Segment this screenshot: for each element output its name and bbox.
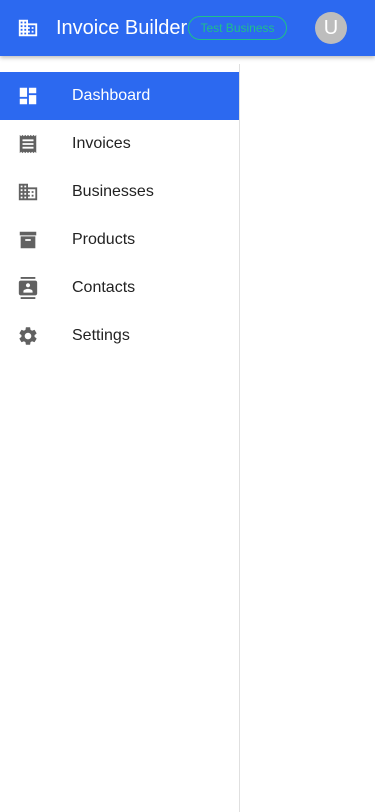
app-root: Invoice Builder Test Business U Dashboar… xyxy=(0,0,375,812)
contacts-icon xyxy=(18,277,38,299)
sidebar-item-dashboard[interactable]: Dashboard xyxy=(0,72,239,120)
sidebar-item-settings[interactable]: Settings xyxy=(0,312,239,360)
sidebar-item-label: Contacts xyxy=(72,279,136,296)
app-title: Invoice Builder xyxy=(56,17,188,39)
sidebar-item-contacts[interactable]: Contacts xyxy=(0,264,239,312)
archive-icon xyxy=(19,231,37,249)
main-content xyxy=(240,56,375,812)
sidebar-nav: Dashboard Invoices Businesses Products C… xyxy=(0,64,239,360)
sidebar-item-label: Dashboard xyxy=(72,87,151,104)
sidebar-item-invoices[interactable]: Invoices xyxy=(0,120,239,168)
sidebar-item-label: Invoices xyxy=(72,135,131,152)
sidebar-item-businesses[interactable]: Businesses xyxy=(0,168,239,216)
sidebar-item-products[interactable]: Products xyxy=(0,216,239,264)
receipt-icon xyxy=(19,134,37,154)
sidebar-item-label: Settings xyxy=(72,327,130,344)
sidebar-item-label: Products xyxy=(72,231,136,248)
business-badge[interactable]: Test Business xyxy=(188,16,287,40)
avatar[interactable]: U xyxy=(315,12,347,44)
gear-icon xyxy=(19,327,37,345)
dashboard-icon xyxy=(19,87,37,105)
sidebar-item-label: Businesses xyxy=(72,183,154,200)
business-icon[interactable] xyxy=(17,17,39,39)
sidebar: Dashboard Invoices Businesses Products C… xyxy=(0,64,240,812)
business-icon xyxy=(18,183,38,201)
app-bar: Invoice Builder Test Business U xyxy=(0,0,375,56)
